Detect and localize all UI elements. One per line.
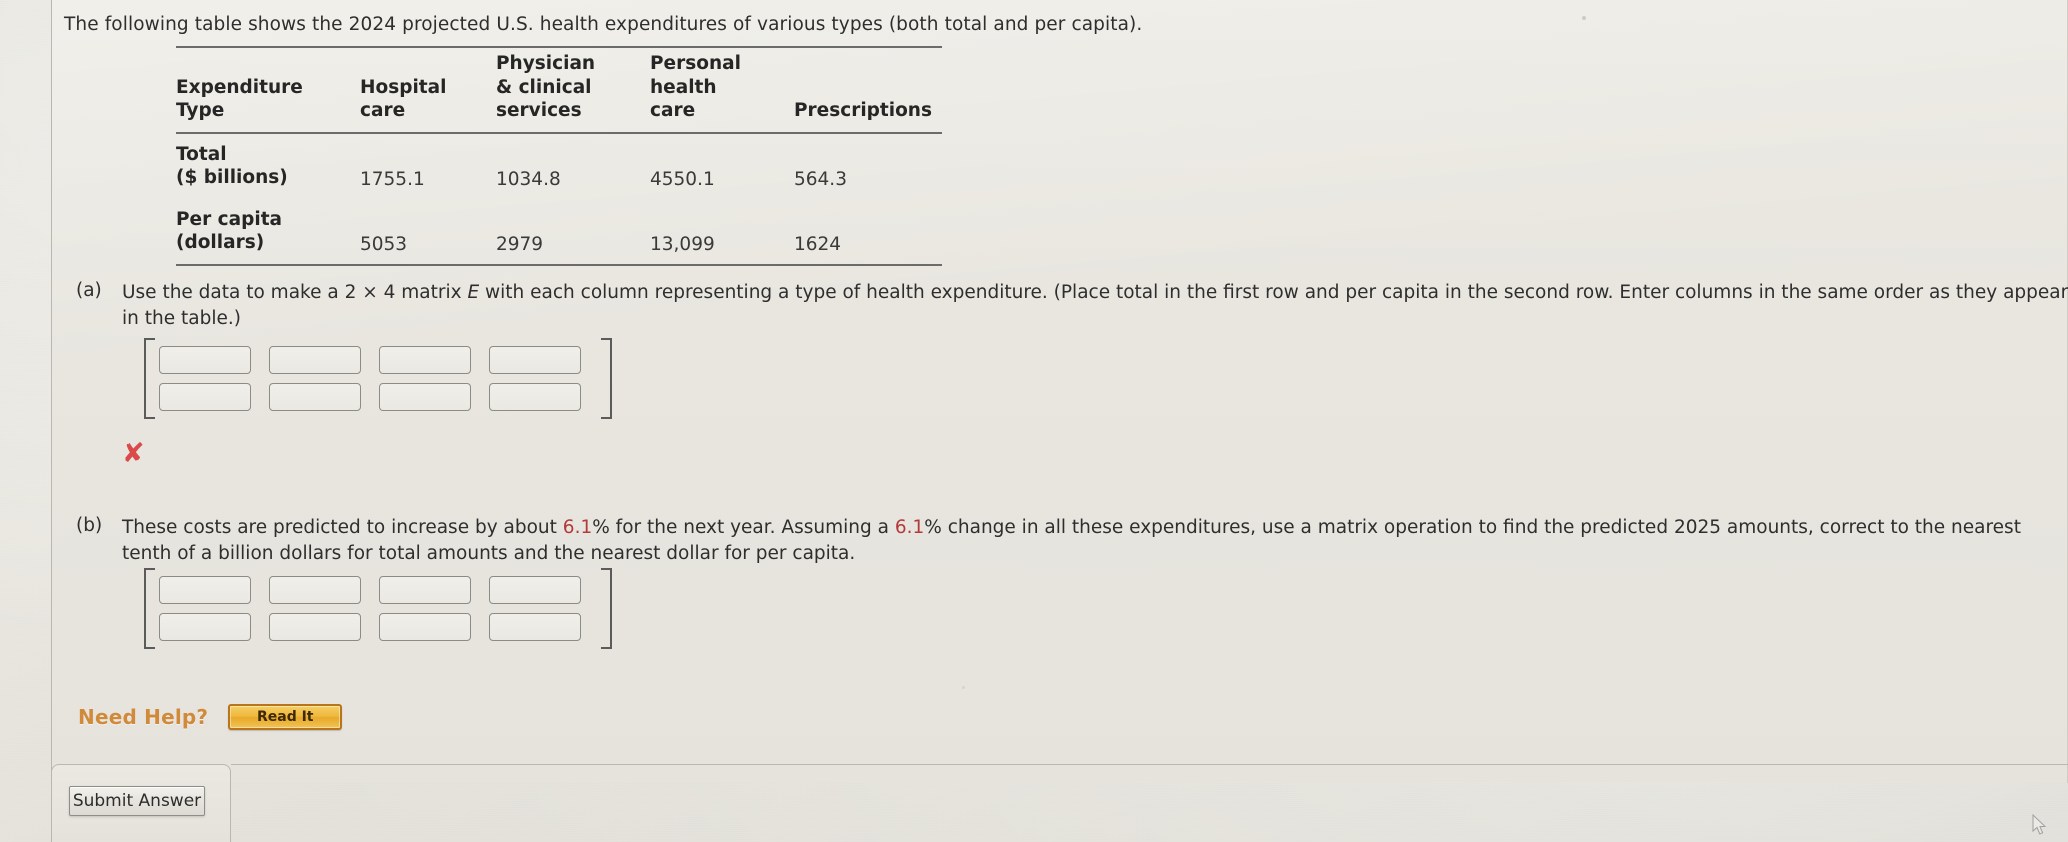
photo-speck [1582,16,1586,20]
table-row: Total ($ billions) 1755.1 1034.8 4550.1 … [176,133,942,199]
matrix-a-input-r2c3[interactable] [379,383,471,411]
matrix-a-left-bracket [144,338,155,419]
matrix-b-grid [155,568,601,649]
answer-matrix-a [144,338,612,419]
page-background: The following table shows the 2024 proje… [0,0,2068,842]
question-a-label: (a) [76,280,102,301]
matrix-b-left-bracket [144,568,155,649]
footer-divider [231,764,2068,765]
submit-answer-button[interactable]: Submit Answer [69,786,205,816]
matrix-a-input-r2c2[interactable] [269,383,361,411]
matrix-b-input-r1c2[interactable] [269,576,361,604]
cell-total-prescriptions: 564.3 [794,168,847,190]
matrix-a-grid [155,338,601,419]
highlight-value-3: 6.1 [894,517,925,538]
cell-total-hospital-care: 1755.1 [360,168,425,190]
photo-speck [962,686,965,689]
column-header-personal-health-care: Personal health care [650,53,741,121]
matrix-b-input-r2c2[interactable] [269,613,361,641]
highlight-value-1: 6.1 [562,517,593,538]
read-it-button-label: Read It [256,709,314,725]
matrix-a-input-r2c1[interactable] [159,383,251,411]
matrix-a-right-bracket [601,338,612,419]
column-header-physician-clinical-services: Physician & clinical services [496,53,596,121]
matrix-a-input-r1c4[interactable] [489,346,581,374]
need-help-label: Need Help? [78,705,209,729]
question-a-text-part1: Use the data to make a 2 × 4 matrix [122,282,468,303]
cross-mark-icon: ✘ [122,438,145,469]
cell-percapita-hospital-care: 5053 [360,233,408,255]
matrix-b-input-r1c4[interactable] [489,576,581,604]
matrix-b-input-r2c1[interactable] [159,613,251,641]
read-it-button[interactable]: Read It [228,704,343,730]
cell-total-physician-clinical-services: 1034.8 [496,168,561,190]
column-header-hospital-care: Hospital care [360,76,447,122]
matrix-b-input-r1c3[interactable] [379,576,471,604]
matrix-a-input-r2c4[interactable] [489,383,581,411]
cell-percapita-physician-clinical-services: 2979 [496,233,544,255]
question-b-text-segment-2: % for the next year. Assuming a [592,517,895,538]
health-expenditure-table: Expenditure Type Hospital care Physician… [176,46,942,266]
question-a-text: Use the data to make a 2 × 4 matrix E wi… [122,280,2068,332]
intro-text: The following table shows the 2024 proje… [64,14,1143,35]
matrix-b-input-r2c4[interactable] [489,613,581,641]
cell-percapita-personal-health-care: 13,099 [650,233,715,255]
table-row: Per capita (dollars) 5053 2979 13,099 16… [176,199,942,265]
matrix-b-right-bracket [601,568,612,649]
mouse-cursor-icon [2032,814,2047,835]
question-b-text: These costs are predicted to increase by… [122,515,2068,567]
matrix-name-E: E [467,282,480,303]
matrix-a-input-r1c2[interactable] [269,346,361,374]
question-b-text-segment-0: These costs are predicted to increase by… [122,517,563,538]
row-header-per-capita: Per capita (dollars) [176,208,283,254]
matrix-b-input-r1c1[interactable] [159,576,251,604]
cell-percapita-prescriptions: 1624 [794,233,842,255]
column-header-expenditure-type: Expenditure Type [176,76,303,122]
question-b-label: (b) [76,515,103,536]
answer-matrix-b [144,568,612,649]
table-header-row: Expenditure Type Hospital care Physician… [176,47,942,133]
column-header-prescriptions: Prescriptions [794,100,932,121]
submit-answer-label: Submit Answer [72,791,202,811]
matrix-a-input-r1c1[interactable] [159,346,251,374]
matrix-b-input-r2c3[interactable] [379,613,471,641]
matrix-a-input-r1c3[interactable] [379,346,471,374]
need-help-row: Need Help? Read It [78,704,343,730]
cell-total-personal-health-care: 4550.1 [650,168,715,190]
row-header-total: Total ($ billions) [176,143,288,189]
